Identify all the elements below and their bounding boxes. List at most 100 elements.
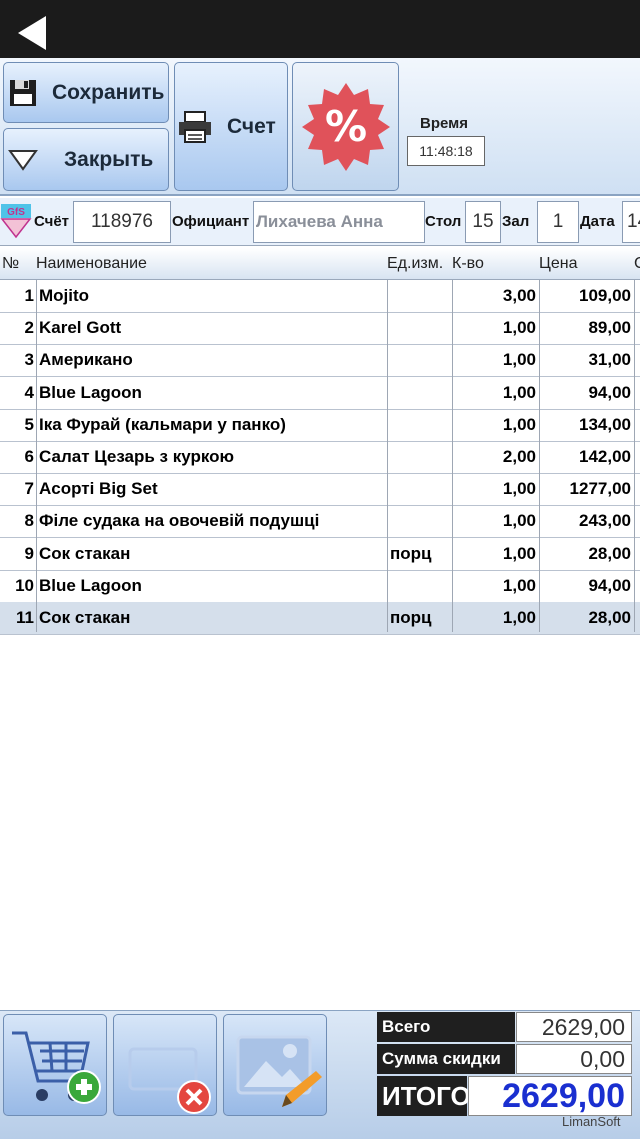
discount-button[interactable]: %	[292, 62, 399, 191]
discount-label: Сумма скидки	[377, 1044, 515, 1074]
cell-num: 11	[16, 608, 34, 627]
cell-qty: 1,00	[502, 543, 536, 563]
waiter-label: Официант	[172, 213, 250, 230]
cell-qty: 3,00	[502, 286, 536, 305]
cell-name: Acoртi Big Set	[39, 479, 158, 499]
cell-num: 3	[24, 350, 34, 370]
close-button-label: Закрыть	[64, 147, 154, 171]
cell-price: 94,00	[588, 382, 631, 402]
remove-icon	[128, 1047, 211, 1114]
cell-qty: 2,00	[502, 447, 536, 466]
cell-qty: 1,00	[502, 414, 536, 434]
cell-qty: 1,00	[502, 350, 536, 370]
cell-price: 109,00	[579, 286, 631, 305]
total-value: 2629,00	[516, 1012, 632, 1042]
cell-name: Blue Lagoon	[39, 382, 142, 402]
header-name: Наименование	[36, 255, 147, 272]
table-row[interactable]: 11 Сок стакан порц 1,00 28,00	[0, 602, 640, 635]
cell-num: 2	[24, 318, 34, 338]
total-label: Всего	[377, 1012, 515, 1042]
cell-price: 89,00	[588, 318, 631, 338]
header-num: №	[2, 255, 20, 272]
discount-value: 0,00	[516, 1044, 632, 1074]
column-divider	[634, 280, 635, 632]
cell-unit: порц	[390, 608, 432, 627]
edit-image-button[interactable]	[223, 1014, 327, 1116]
cell-price: 28,00	[588, 543, 631, 563]
hall-label: Зал	[502, 213, 530, 230]
table-row[interactable]: 6 Салат Цезарь з куркою 2,00 142,00	[0, 441, 640, 474]
cell-num: 10	[15, 575, 34, 595]
cell-qty: 1,00	[502, 318, 536, 338]
cell-price: 31,00	[588, 350, 631, 370]
table-row[interactable]: 3 Американо 1,00 31,00	[0, 344, 640, 378]
cell-price: 134,00	[579, 414, 631, 434]
cell-price: 28,00	[588, 608, 631, 627]
cell-num: 5	[24, 414, 34, 434]
grand-total-label: ИТОГО	[377, 1076, 471, 1116]
header-price: Цена	[539, 255, 578, 272]
table-row[interactable]: 8 Філе судака на овочевій подушці 1,00 243,…	[0, 505, 640, 539]
waiter-name[interactable]: Лихачева Анна	[253, 201, 425, 243]
column-divider	[539, 280, 540, 632]
cell-num: 8	[24, 511, 34, 531]
table-row[interactable]: 2 Karel Gott 1,00 89,00	[0, 312, 640, 346]
cell-name: Mojito	[39, 286, 90, 305]
save-button[interactable]: Сохранить	[3, 62, 169, 123]
cell-qty: 1,00	[502, 608, 536, 627]
cell-qty: 1,00	[502, 479, 536, 499]
header-extra: С	[634, 255, 640, 272]
svg-text:GfS: GfS	[7, 207, 25, 218]
svg-text:%: %	[324, 102, 366, 151]
cell-price: 142,00	[579, 447, 631, 466]
column-divider	[36, 280, 37, 632]
close-button[interactable]: Закрыть	[3, 128, 169, 191]
table-number[interactable]: 15	[465, 201, 501, 243]
hall-number[interactable]: 1	[537, 201, 579, 243]
time-value: 11:48:18	[407, 136, 485, 166]
table-row[interactable]: 1 Mojito 3,00 109,00	[0, 280, 640, 313]
column-divider	[387, 280, 388, 632]
cell-price: 1277,00	[569, 479, 631, 499]
cell-name: Філе судака на овочевій подушці	[39, 511, 320, 531]
cell-unit: порц	[390, 543, 432, 563]
cell-price: 94,00	[588, 575, 631, 595]
table-header: № Наименование Ед.изм. К-во Цена С	[0, 248, 640, 280]
time-label: Время	[420, 115, 468, 132]
table-row[interactable]: 4 Blue Lagoon 1,00 94,00	[0, 377, 640, 410]
brand-label: LimanSoft	[562, 1114, 621, 1129]
header-unit: Ед.изм.	[387, 255, 444, 272]
table-label: Стол	[425, 213, 462, 230]
table-row[interactable]: 5 Іка Фурай (кальмари у панко) 1,00 134,00	[0, 409, 640, 442]
table-row[interactable]: 9 Сок стакан порц 1,00 28,00	[0, 538, 640, 571]
cart-add-icon	[12, 1031, 101, 1104]
printer-icon	[179, 110, 211, 143]
cell-qty: 1,00	[502, 382, 536, 402]
grand-total-value: 2629,00	[468, 1076, 632, 1116]
cell-num: 4	[24, 382, 34, 402]
cell-price: 243,00	[579, 511, 631, 531]
triangle-down-icon	[8, 149, 38, 171]
cell-name: Karel Gott	[39, 318, 122, 338]
cell-qty: 1,00	[502, 575, 536, 595]
cell-name: Сок стакан	[39, 543, 131, 563]
date-value[interactable]: 14	[622, 201, 640, 243]
cell-name: Салат Цезарь з куркою	[39, 447, 235, 466]
cell-num: 6	[24, 447, 34, 466]
image-edit-icon	[236, 1035, 322, 1107]
table-row[interactable]: 10 Blue Lagoon 1,00 94,00	[0, 570, 640, 603]
cell-name: Blue Lagoon	[39, 575, 142, 595]
cell-name: Іка Фурай (кальмари у панко)	[39, 414, 286, 434]
gfs-logo-icon: GfS	[0, 203, 32, 239]
back-button[interactable]	[14, 16, 54, 50]
add-item-button[interactable]	[3, 1014, 107, 1116]
print-check-label: Счет	[227, 114, 276, 138]
table-row[interactable]: 7 Acoртi Big Set 1,00 1277,00	[0, 473, 640, 507]
remove-item-button[interactable]	[113, 1014, 217, 1116]
check-label: Счёт	[34, 213, 70, 230]
save-button-label: Сохранить	[52, 80, 165, 104]
percent-badge-icon: %	[301, 82, 390, 171]
print-check-button[interactable]: Счет	[174, 62, 288, 191]
header-qty: К-во	[452, 255, 484, 272]
cell-num: 9	[24, 543, 34, 563]
